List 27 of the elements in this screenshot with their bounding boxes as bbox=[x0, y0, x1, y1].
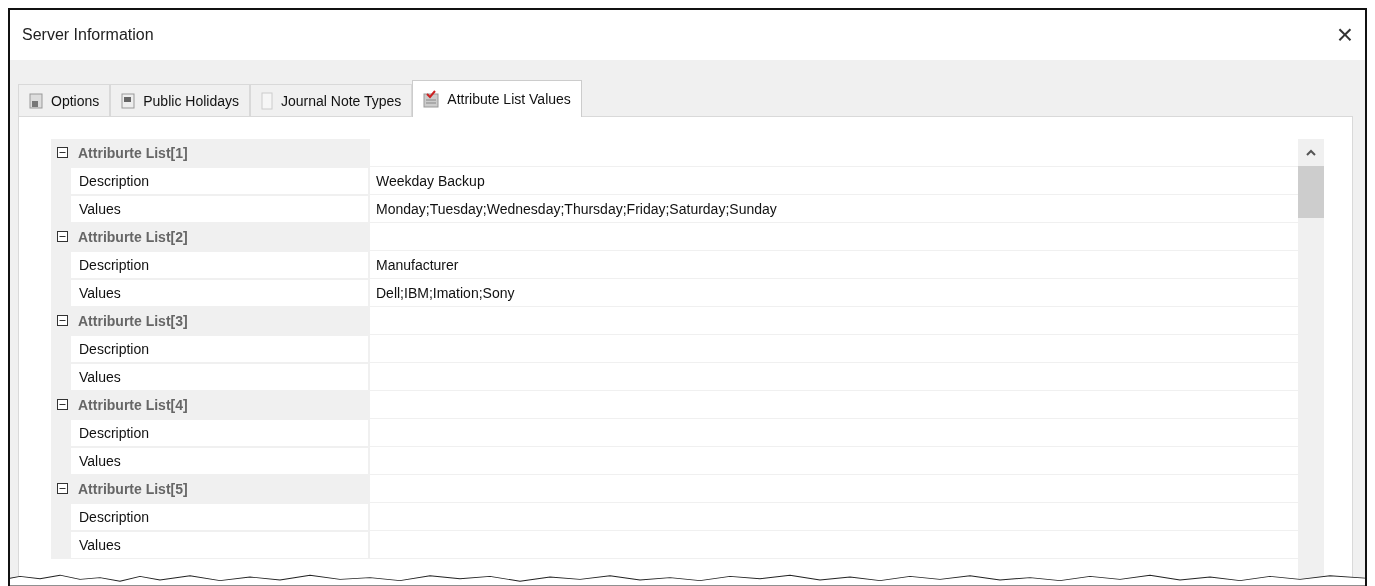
scroll-thumb[interactable] bbox=[1298, 166, 1324, 218]
collapse-toggle-icon[interactable] bbox=[57, 231, 68, 242]
document-icon bbox=[29, 92, 43, 109]
collapse-toggle-icon[interactable] bbox=[57, 483, 68, 494]
scroll-up-icon[interactable] bbox=[1306, 149, 1316, 156]
category-title: Attriburte List[1] bbox=[78, 144, 188, 161]
category-header[interactable]: Attriburte List[1] bbox=[51, 139, 368, 166]
category-header[interactable]: Attriburte List[2] bbox=[51, 223, 368, 250]
tab[interactable]: Journal Note Types bbox=[249, 84, 413, 116]
collapse-toggle-icon[interactable] bbox=[57, 315, 68, 326]
category-header[interactable]: Attriburte List[3] bbox=[51, 307, 368, 334]
tab[interactable]: Options bbox=[18, 84, 111, 116]
calendar-icon bbox=[121, 92, 136, 109]
category-title: Attriburte List[3] bbox=[78, 312, 188, 329]
checklist-icon bbox=[423, 90, 440, 108]
category-title: Attriburte List[2] bbox=[78, 228, 188, 245]
window-title: Server Information bbox=[22, 26, 154, 44]
tab[interactable]: Attribute List Values bbox=[412, 80, 582, 117]
category-title: Attriburte List[5] bbox=[78, 480, 188, 497]
category-title: Attriburte List[4] bbox=[78, 396, 188, 413]
tab[interactable]: Public Holidays bbox=[110, 84, 250, 116]
category-header[interactable]: Attriburte List[5] bbox=[51, 475, 368, 502]
close-button[interactable]: × bbox=[1330, 19, 1359, 51]
category-header[interactable]: Attriburte List[4] bbox=[51, 391, 368, 418]
collapse-toggle-icon[interactable] bbox=[57, 399, 68, 410]
collapse-toggle-icon[interactable] bbox=[57, 147, 68, 158]
page-icon bbox=[260, 91, 273, 110]
